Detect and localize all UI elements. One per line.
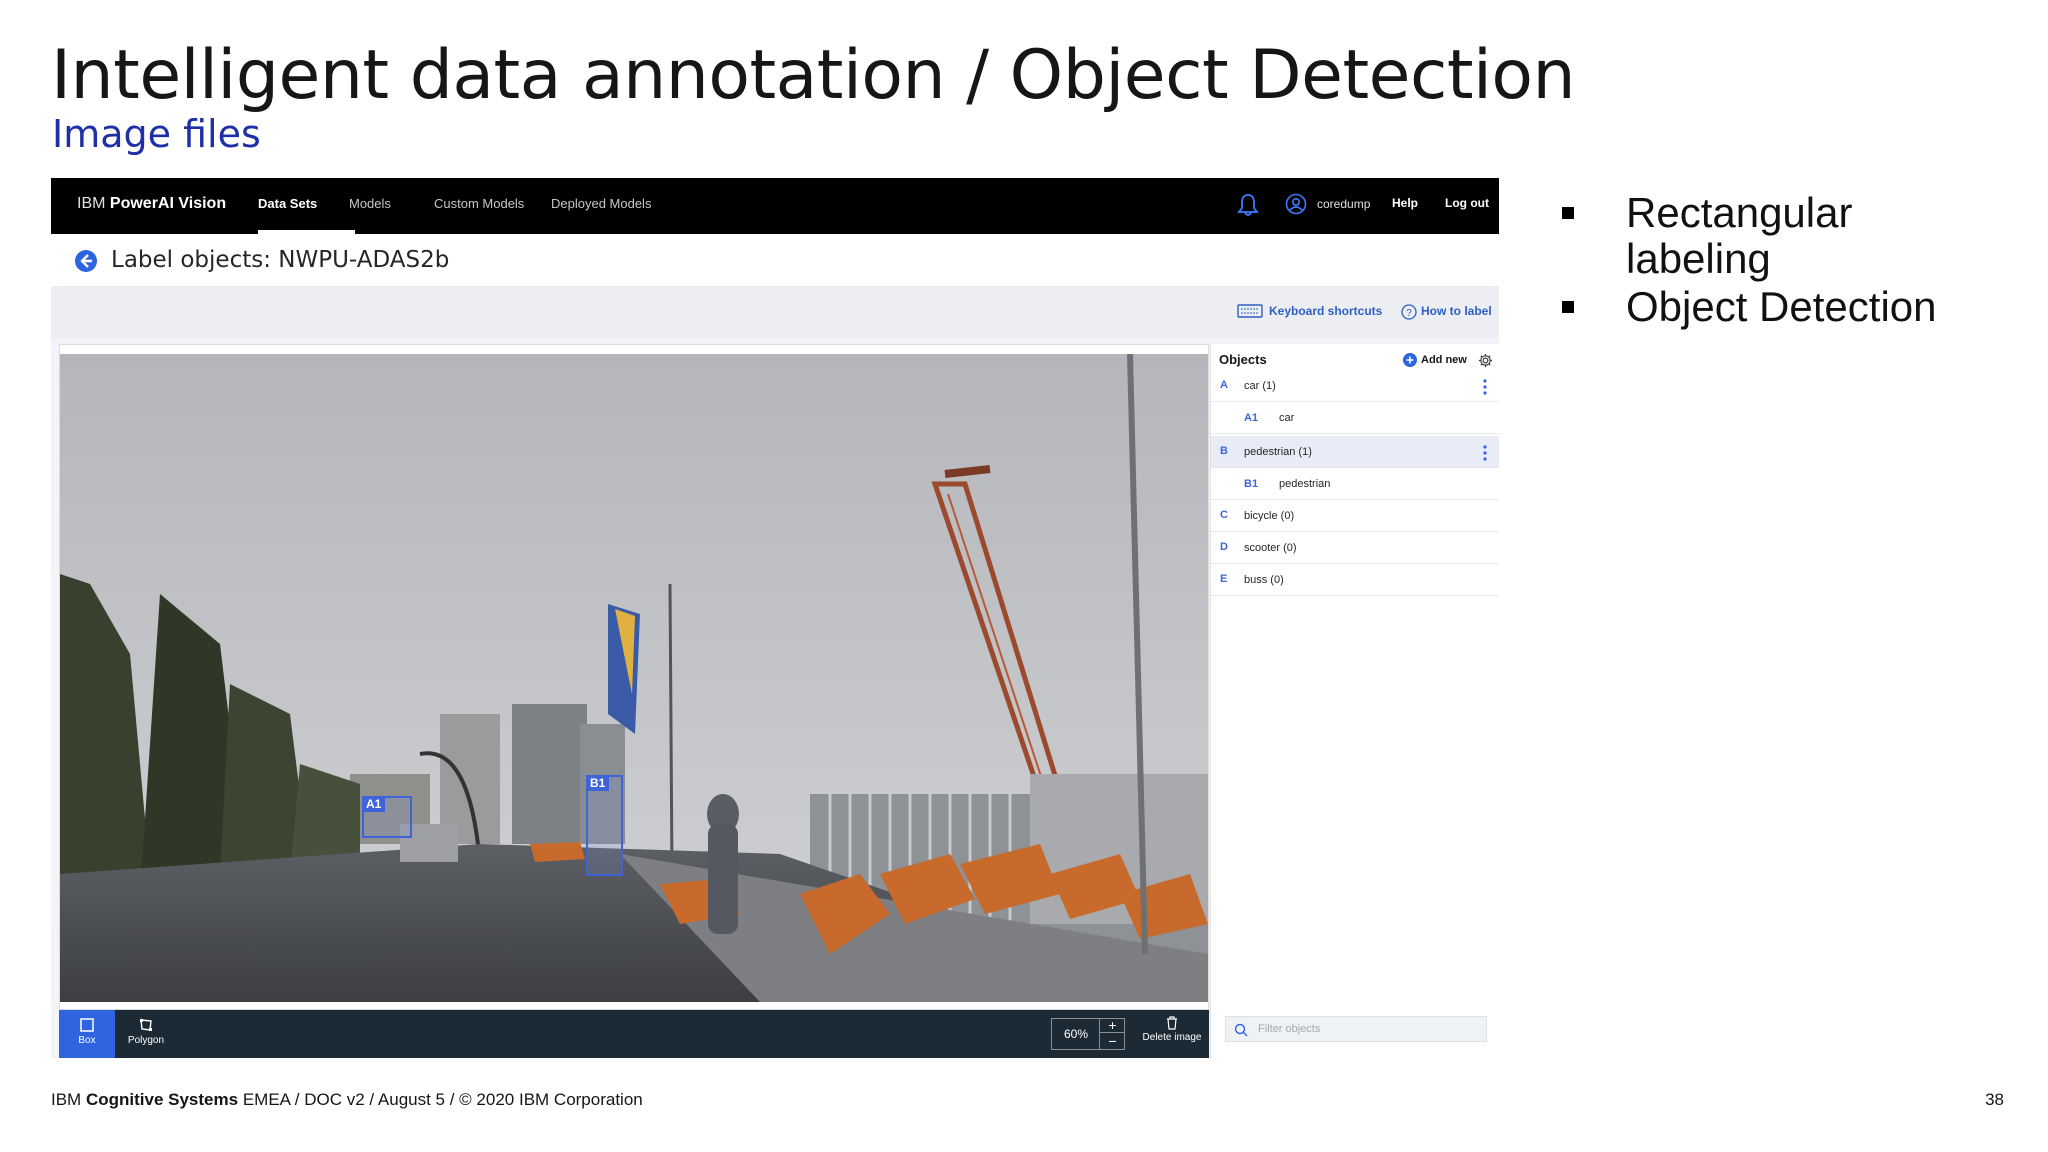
bbox-pedestrian-b1[interactable]: B1 <box>586 775 623 876</box>
object-class-name: car (1) <box>1244 380 1276 392</box>
object-class-name: scooter (0) <box>1244 542 1297 554</box>
slide-subtitle: Image files <box>52 112 261 156</box>
objects-heading: Objects <box>1219 352 1267 367</box>
object-class-key: B <box>1220 445 1228 457</box>
zoom-buttons: + − <box>1099 1018 1125 1050</box>
polygon-tool-button[interactable]: Polygon <box>115 1010 177 1058</box>
object-class-row[interactable]: A car (1) <box>1211 370 1499 402</box>
kebab-icon[interactable] <box>1483 444 1487 462</box>
page-number: 38 <box>1985 1090 2004 1109</box>
svg-text:?: ? <box>1406 308 1412 319</box>
bullet-square-icon <box>1562 207 1574 219</box>
logout-link[interactable]: Log out <box>1445 196 1489 210</box>
object-class-key: D <box>1220 541 1228 553</box>
zoom-control: 60% + − <box>1051 1018 1125 1050</box>
object-class-key: C <box>1220 509 1228 521</box>
nav-deployed-models[interactable]: Deployed Models <box>551 196 651 211</box>
keyboard-shortcuts-link[interactable]: Keyboard shortcuts <box>1269 304 1382 318</box>
slide-footer: IBM Cognitive Systems EMEA / DOC v2 / Au… <box>51 1090 643 1110</box>
bbox-car-a1[interactable]: A1 <box>362 796 412 838</box>
box-icon <box>80 1018 94 1032</box>
nav-custom-models[interactable]: Custom Models <box>434 196 524 211</box>
brand-logo[interactable]: IBM PowerAI Vision <box>77 195 226 213</box>
filter-objects-field <box>1225 1016 1487 1042</box>
object-instance-row[interactable]: B1 pedestrian <box>1211 468 1499 500</box>
add-new-button[interactable]: Add new <box>1421 354 1467 366</box>
object-instance-key: B1 <box>1244 478 1259 490</box>
how-to-label-link[interactable]: How to label <box>1421 304 1492 318</box>
page-header: Label objects: NWPU-ADAS2b <box>51 234 1499 286</box>
bbox-label: B1 <box>586 775 610 791</box>
object-class-key: A <box>1220 379 1228 391</box>
footer-brand: Cognitive Systems <box>85 1090 239 1109</box>
bullet-item: Rectangular labeling <box>1560 190 2000 282</box>
bullet-list: Rectangular labeling Object Detection <box>1560 190 2000 332</box>
zoom-out-button[interactable]: − <box>1100 1033 1125 1049</box>
slide-title: Intelligent data annotation / Object Det… <box>51 36 1576 115</box>
user-icon[interactable] <box>1285 193 1307 215</box>
help-link[interactable]: Help <box>1392 196 1418 210</box>
object-class-row[interactable]: E buss (0) <box>1211 564 1499 596</box>
page-title: Label objects: NWPU-ADAS2b <box>111 247 450 273</box>
bullet-text: Rectangular labeling <box>1626 189 1853 282</box>
app-screenshot: IBM PowerAI Vision Data Sets Models Cust… <box>51 178 1499 1058</box>
object-class-row[interactable]: D scooter (0) <box>1211 532 1499 564</box>
keyboard-icon[interactable] <box>1237 304 1263 318</box>
search-icon <box>1234 1023 1248 1037</box>
object-class-name: pedestrian (1) <box>1244 446 1312 458</box>
brand-name: PowerAI Vision <box>109 195 227 212</box>
object-instance-key: A1 <box>1244 412 1259 424</box>
polygon-tool-label: Polygon <box>127 1035 165 1046</box>
back-arrow-icon[interactable] <box>74 249 98 273</box>
drawing-toolbar: Box Polygon 60% + − Delete image <box>59 1010 1209 1058</box>
bell-icon[interactable] <box>1237 193 1259 217</box>
brand-prefix: IBM <box>77 195 106 212</box>
footer-ibm: IBM <box>51 1090 82 1109</box>
kebab-icon[interactable] <box>1483 378 1487 396</box>
objects-panel: Objects Add new A car (1) A1 car B pedes… <box>1210 344 1499 1058</box>
bbox-label: A1 <box>362 796 386 812</box>
street-scene-image[interactable] <box>60 354 1208 1002</box>
top-navbar: IBM PowerAI Vision Data Sets Models Cust… <box>51 178 1499 234</box>
zoom-in-button[interactable]: + <box>1100 1018 1125 1033</box>
delete-image-button[interactable]: Delete image <box>1137 1016 1207 1043</box>
object-class-key: E <box>1220 573 1228 585</box>
nav-data-sets[interactable]: Data Sets <box>258 196 317 211</box>
object-instance-name: car <box>1279 412 1295 424</box>
trash-icon <box>1167 1016 1177 1030</box>
box-tool-button[interactable]: Box <box>59 1010 115 1058</box>
object-instance-row[interactable]: A1 car <box>1211 402 1499 434</box>
bullet-square-icon <box>1562 301 1574 313</box>
box-tool-label: Box <box>78 1035 96 1046</box>
label-toolbar: Keyboard shortcuts ? How to label <box>51 286 1499 338</box>
help-circle-icon[interactable]: ? <box>1401 304 1417 320</box>
footer-text: EMEA / DOC v2 / August 5 / © 2020 IBM Co… <box>242 1090 643 1109</box>
object-class-name: buss (0) <box>1244 574 1284 586</box>
filter-objects-input[interactable] <box>1258 1020 1478 1038</box>
object-class-row[interactable]: C bicycle (0) <box>1211 500 1499 532</box>
bullet-item: Object Detection <box>1560 284 2000 330</box>
gear-icon[interactable] <box>1478 353 1493 368</box>
add-icon[interactable] <box>1403 353 1417 367</box>
delete-image-label: Delete image <box>1142 1032 1202 1043</box>
object-class-name: bicycle (0) <box>1244 510 1295 522</box>
bullet-text: Object Detection <box>1626 283 1937 330</box>
polygon-icon <box>140 1019 152 1031</box>
zoom-level: 60% <box>1064 1027 1089 1041</box>
nav-models[interactable]: Models <box>349 196 391 211</box>
user-name[interactable]: coredump <box>1317 197 1370 211</box>
object-instance-name: pedestrian <box>1279 478 1331 490</box>
object-class-row[interactable]: B pedestrian (1) <box>1211 436 1499 468</box>
